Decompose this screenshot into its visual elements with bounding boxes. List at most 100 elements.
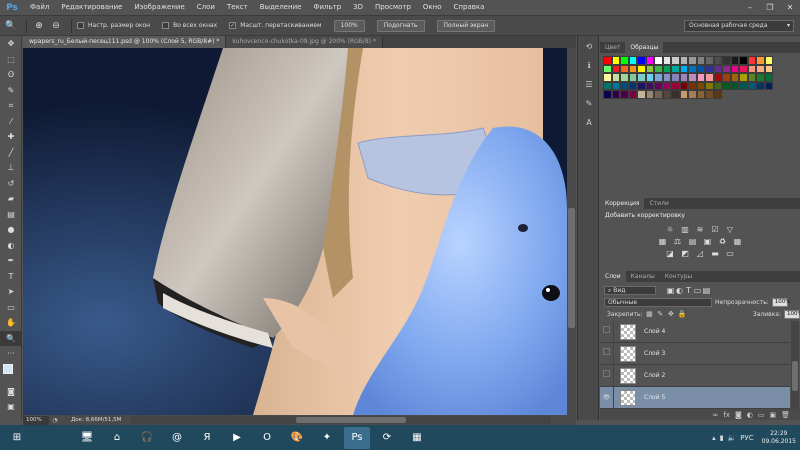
swatch[interactable] bbox=[620, 81, 629, 90]
properties-panel-icon[interactable]: ☰ bbox=[579, 77, 599, 93]
fill-field[interactable]: 100% bbox=[784, 309, 800, 319]
new-layer-icon[interactable]: ▣ bbox=[769, 411, 776, 419]
tab-color[interactable]: Цвет bbox=[600, 42, 625, 53]
taskbar-sync[interactable]: ⟳ bbox=[374, 427, 400, 449]
swatch[interactable] bbox=[713, 64, 722, 73]
menu-file[interactable]: Файл bbox=[24, 0, 55, 15]
taskbar-opera[interactable]: O bbox=[254, 427, 280, 449]
swatch[interactable] bbox=[764, 73, 773, 82]
swatch[interactable] bbox=[637, 73, 646, 82]
gradient-tool-icon[interactable]: ▤ bbox=[0, 207, 22, 223]
swatch[interactable] bbox=[637, 56, 646, 65]
swatch[interactable] bbox=[671, 90, 680, 99]
tray-expand-icon[interactable]: ▴ bbox=[712, 434, 716, 442]
hand-tool-icon[interactable]: ✋ bbox=[0, 315, 22, 331]
document-canvas[interactable] bbox=[23, 48, 567, 415]
swatch[interactable] bbox=[722, 81, 731, 90]
swatch[interactable] bbox=[747, 56, 756, 65]
swatch[interactable] bbox=[756, 56, 765, 65]
swatch[interactable] bbox=[603, 90, 612, 99]
swatch[interactable] bbox=[730, 73, 739, 82]
swatch[interactable] bbox=[662, 73, 671, 82]
swatch[interactable] bbox=[696, 90, 705, 99]
swatch[interactable] bbox=[671, 64, 680, 73]
swatch[interactable] bbox=[713, 81, 722, 90]
quick-select-tool-icon[interactable]: ✎ bbox=[0, 83, 22, 99]
taskbar-yandex[interactable]: Я bbox=[194, 427, 220, 449]
swatch[interactable] bbox=[747, 81, 756, 90]
swatch[interactable] bbox=[730, 64, 739, 73]
swatch[interactable] bbox=[688, 90, 697, 99]
eyedropper-tool-icon[interactable]: ⁄ bbox=[0, 114, 22, 130]
swatch[interactable] bbox=[628, 64, 637, 73]
brush-panel-icon[interactable]: ✎ bbox=[579, 96, 599, 112]
swatch[interactable] bbox=[705, 64, 714, 73]
zoom-tool-icon[interactable]: 🔍 bbox=[0, 330, 22, 346]
swatch[interactable] bbox=[645, 64, 654, 73]
language-indicator[interactable]: РУС bbox=[740, 434, 753, 442]
exposure-icon[interactable]: ☑ bbox=[711, 225, 720, 234]
swatch[interactable] bbox=[713, 56, 722, 65]
shape-tool-icon[interactable]: ▭ bbox=[0, 300, 22, 316]
swatch[interactable] bbox=[662, 64, 671, 73]
scroll-thumb[interactable] bbox=[296, 417, 406, 423]
swatch[interactable] bbox=[713, 90, 722, 99]
screen-mode-icon[interactable]: ▣ bbox=[0, 399, 22, 415]
layer-row[interactable]: Слой 3 bbox=[600, 342, 790, 365]
swatch[interactable] bbox=[654, 56, 663, 65]
swatch[interactable] bbox=[756, 64, 765, 73]
clone-stamp-tool-icon[interactable]: ⊥ bbox=[0, 160, 22, 176]
taskbar-headphones[interactable]: 🎧 bbox=[134, 427, 160, 449]
add-mask-icon[interactable]: ◙ bbox=[735, 411, 742, 419]
pen-tool-icon[interactable]: ✒ bbox=[0, 253, 22, 269]
swatch[interactable] bbox=[645, 81, 654, 90]
swatch[interactable] bbox=[611, 56, 620, 65]
zoom-100-button[interactable]: 100% bbox=[333, 19, 365, 32]
dodge-tool-icon[interactable]: ◐ bbox=[0, 238, 22, 254]
marquee-tool-icon[interactable]: ⬚ bbox=[0, 52, 22, 68]
type-tool-icon[interactable]: T bbox=[0, 269, 22, 285]
swatch[interactable] bbox=[679, 64, 688, 73]
swatch[interactable] bbox=[645, 90, 654, 99]
swatch[interactable] bbox=[764, 81, 773, 90]
zoom-in-icon[interactable]: ⊕ bbox=[32, 19, 46, 33]
tab-styles[interactable]: Стили bbox=[644, 198, 673, 209]
swatch[interactable] bbox=[637, 64, 646, 73]
tab-swatches[interactable]: Образцы bbox=[625, 42, 664, 53]
character-panel-icon[interactable]: A bbox=[579, 115, 599, 131]
path-select-tool-icon[interactable]: ➤ bbox=[0, 284, 22, 300]
visibility-toggle[interactable] bbox=[600, 342, 614, 365]
swatch[interactable] bbox=[662, 81, 671, 90]
history-panel-icon[interactable]: ⟲ bbox=[579, 39, 599, 55]
menu-type[interactable]: Текст bbox=[221, 0, 254, 15]
swatch[interactable] bbox=[671, 56, 680, 65]
minimize-icon[interactable]: – bbox=[740, 0, 760, 15]
eye-icon[interactable]: 👁 bbox=[600, 386, 614, 409]
all-windows-checkbox[interactable] bbox=[162, 22, 170, 29]
swatch[interactable] bbox=[739, 81, 748, 90]
swatch[interactable] bbox=[671, 81, 680, 90]
eraser-tool-icon[interactable]: ▰ bbox=[0, 191, 22, 207]
scroll-thumb[interactable] bbox=[792, 361, 798, 391]
swatch[interactable] bbox=[637, 90, 646, 99]
zoom-tool-preset-icon[interactable]: 🔍 bbox=[4, 19, 18, 33]
swatch[interactable] bbox=[654, 90, 663, 99]
menu-help[interactable]: Справка bbox=[448, 0, 491, 15]
swatch[interactable] bbox=[688, 81, 697, 90]
swatch[interactable] bbox=[611, 81, 620, 90]
swatch[interactable] bbox=[628, 56, 637, 65]
brush-tool-icon[interactable]: ╱ bbox=[0, 145, 22, 161]
menu-window[interactable]: Окно bbox=[417, 0, 448, 15]
zoom-out-icon[interactable]: ⊖ bbox=[49, 19, 63, 33]
quick-mask-icon[interactable]: ◙ bbox=[0, 384, 22, 400]
swatch[interactable] bbox=[764, 56, 773, 65]
swatch[interactable] bbox=[730, 81, 739, 90]
filter-smart-icon[interactable]: ▤ bbox=[702, 286, 711, 295]
doc-tab-second[interactable]: kuhovcenco-chukotka-09.jpg @ 200% (RGB/8… bbox=[226, 36, 384, 48]
menu-layers[interactable]: Слои bbox=[191, 0, 221, 15]
status-menu-icon[interactable]: ◔ bbox=[49, 417, 61, 424]
move-tool-icon[interactable]: ✥ bbox=[0, 36, 22, 52]
swatch[interactable] bbox=[611, 90, 620, 99]
swatch[interactable] bbox=[654, 64, 663, 73]
hue-saturation-icon[interactable]: ▦ bbox=[658, 237, 667, 246]
